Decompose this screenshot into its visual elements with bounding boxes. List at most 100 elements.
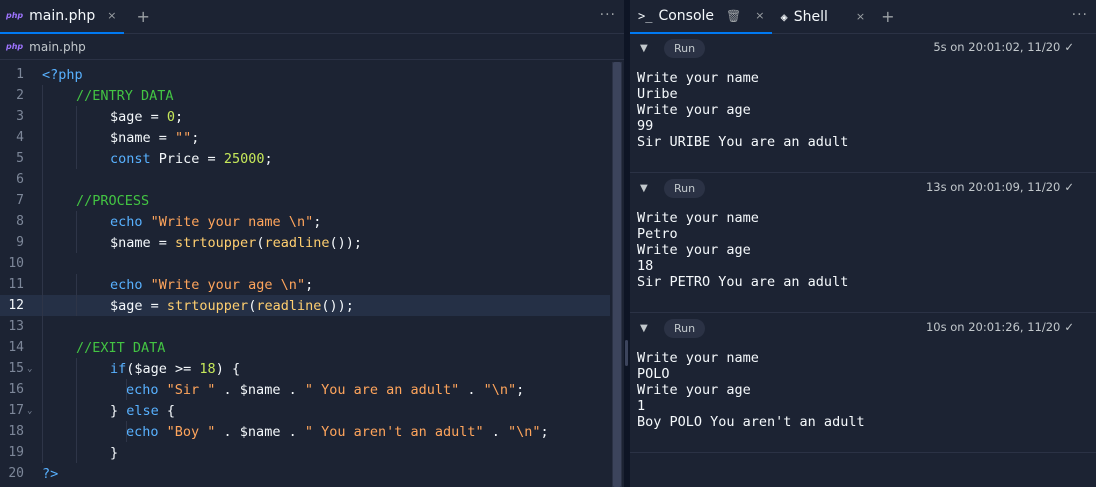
code-token: ; — [540, 423, 549, 440]
indent-guide — [42, 295, 43, 316]
tab-console-label: Console — [658, 7, 715, 24]
code-token: ($age >= — [126, 360, 200, 377]
indent-guide — [76, 442, 77, 463]
check-icon: ✓ — [1064, 180, 1074, 194]
code-editor[interactable]: 1 <?php 2 //ENTRY DATA 3 $age = 0; 4 $name = ""… — [0, 64, 610, 484]
run-meta-text: 5s on 20:01:02, 11/20 — [933, 40, 1061, 54]
line-number: 13 — [8, 319, 24, 334]
tab-console[interactable]: >_ Console 🗑 × — [630, 0, 773, 34]
indent-guide — [76, 148, 77, 169]
run-block: ▼ Run 10s on 20:01:26, 11/20 ✓ Write your… — [630, 314, 1082, 430]
run-header[interactable]: ▼ Run 10s on 20:01:26, 11/20 ✓ — [630, 314, 1082, 342]
code-line[interactable]: 16 echo "Sir " . $name . " You are an adu… — [0, 379, 610, 400]
fold-chevron-icon[interactable]: ⌄ — [24, 364, 42, 374]
tab-main-php[interactable]: php main.php × — [0, 0, 125, 34]
more-options-icon[interactable]: ··· — [600, 7, 616, 23]
tab-shell[interactable]: ◈ Shell × — [772, 0, 873, 34]
indent-guide — [42, 442, 43, 463]
code-line[interactable]: 15 ⌄ if($age >= 18) { — [0, 358, 610, 379]
indent-guide — [42, 106, 43, 127]
trash-icon[interactable]: 🗑 — [726, 9, 741, 23]
indent-guide — [76, 421, 77, 442]
code-line[interactable]: 18 echo "Boy " . $name . " You aren't an … — [0, 421, 610, 442]
code-text: $age = strtoupper(readline()); — [42, 298, 354, 314]
code-line[interactable]: 2 //ENTRY DATA — [0, 85, 610, 106]
chevron-down-icon[interactable]: ▼ — [640, 183, 658, 194]
chevron-down-icon[interactable]: ▼ — [640, 43, 658, 54]
more-options-icon[interactable]: ··· — [1072, 7, 1088, 23]
code-line[interactable]: 19} — [0, 442, 610, 463]
console-pane: >_ Console 🗑 × ◈ Shell × + ··· ▼ Run 5s … — [630, 0, 1096, 487]
line-number: 11 — [8, 277, 24, 292]
code-line[interactable]: 20 ?> — [0, 463, 610, 484]
code-token: else — [126, 402, 159, 419]
run-output: Write your name POLO Write your age 1 Bo… — [637, 350, 865, 430]
line-number: 15 — [8, 361, 24, 376]
code-token: ; — [264, 150, 273, 167]
line-number: 1 — [16, 67, 24, 82]
run-output: Write your name Petro Write your age 18 … — [637, 210, 849, 290]
code-line[interactable]: 1 <?php — [0, 64, 610, 85]
line-number: 18 — [8, 424, 24, 439]
code-text: //PROCESS — [42, 193, 149, 209]
code-line[interactable]: 4 $name = ""; — [0, 127, 610, 148]
close-icon[interactable]: × — [107, 9, 116, 22]
code-token: strtoupper — [166, 297, 249, 314]
indent-guide — [42, 232, 43, 253]
line-number: 6 — [16, 172, 24, 187]
run-badge: Run — [664, 178, 706, 198]
chevron-down-icon[interactable]: ▼ — [640, 323, 658, 334]
pane-resize-handle[interactable] — [625, 340, 628, 366]
fold-chevron-icon[interactable]: ⌄ — [24, 406, 42, 416]
indent-guide — [42, 190, 43, 211]
code-text: echo "Boy " . $name . " You aren't an ad… — [42, 424, 549, 440]
editor-scroll-thumb[interactable] — [613, 62, 621, 487]
line-number: 17 — [8, 403, 24, 418]
code-token: . — [483, 423, 509, 440]
check-icon: ✓ — [1064, 40, 1074, 54]
code-token: 18 — [199, 360, 216, 377]
editor-scrollbar[interactable] — [612, 62, 622, 487]
code-line[interactable]: 5 const Price = 25000; — [0, 148, 610, 169]
run-header[interactable]: ▼ Run 5s on 20:01:02, 11/20 ✓ — [630, 34, 1082, 62]
code-line[interactable]: 9 $name = strtoupper(readline()); — [0, 232, 610, 253]
code-line[interactable]: 13 — [0, 316, 610, 337]
code-token: " You aren't an adult" — [304, 423, 484, 440]
code-line[interactable]: 14 //EXIT DATA — [0, 337, 610, 358]
indent-guide — [76, 232, 77, 253]
line-number: 7 — [16, 193, 24, 208]
code-text: } — [42, 445, 118, 461]
divider — [630, 452, 1096, 453]
code-token: ; — [313, 213, 322, 230]
code-line[interactable]: 8 echo "Write your name \n"; — [0, 211, 610, 232]
line-number: 2 — [16, 88, 24, 103]
code-token: . — [459, 381, 484, 398]
code-text: //EXIT DATA — [42, 340, 165, 356]
add-tab-icon[interactable]: + — [136, 7, 149, 26]
code-line[interactable]: 10 — [0, 253, 610, 274]
code-line[interactable]: 7 //PROCESS — [0, 190, 610, 211]
indent-guide — [76, 400, 77, 421]
terminal-icon: >_ — [638, 8, 653, 23]
code-line[interactable]: 12 $age = strtoupper(readline()); — [0, 295, 610, 316]
code-token: strtoupper — [175, 234, 257, 251]
console-tabbar: >_ Console 🗑 × ◈ Shell × + ··· — [630, 0, 1096, 34]
code-line[interactable]: 11 echo "Write your age \n"; — [0, 274, 610, 295]
close-icon[interactable]: × — [856, 10, 865, 23]
code-token: "\n" — [483, 381, 517, 398]
run-header[interactable]: ▼ Run 13s on 20:01:09, 11/20 ✓ — [630, 174, 1082, 202]
run-badge: Run — [664, 318, 706, 338]
code-line[interactable]: 6 — [0, 169, 610, 190]
close-icon[interactable]: × — [755, 9, 764, 22]
add-tab-icon[interactable]: + — [881, 7, 894, 26]
breadcrumb-file[interactable]: main.php — [29, 40, 86, 54]
line-number: 20 — [8, 466, 24, 481]
code-line[interactable]: 17 ⌄} else { — [0, 400, 610, 421]
php-file-icon: php — [6, 11, 24, 20]
tab-shell-label: Shell — [793, 8, 828, 25]
code-token: "Sir " — [166, 381, 216, 398]
code-token: ; — [191, 129, 200, 146]
code-line[interactable]: 3 $age = 0; — [0, 106, 610, 127]
indent-guide — [42, 337, 43, 358]
code-token: echo — [126, 381, 167, 398]
